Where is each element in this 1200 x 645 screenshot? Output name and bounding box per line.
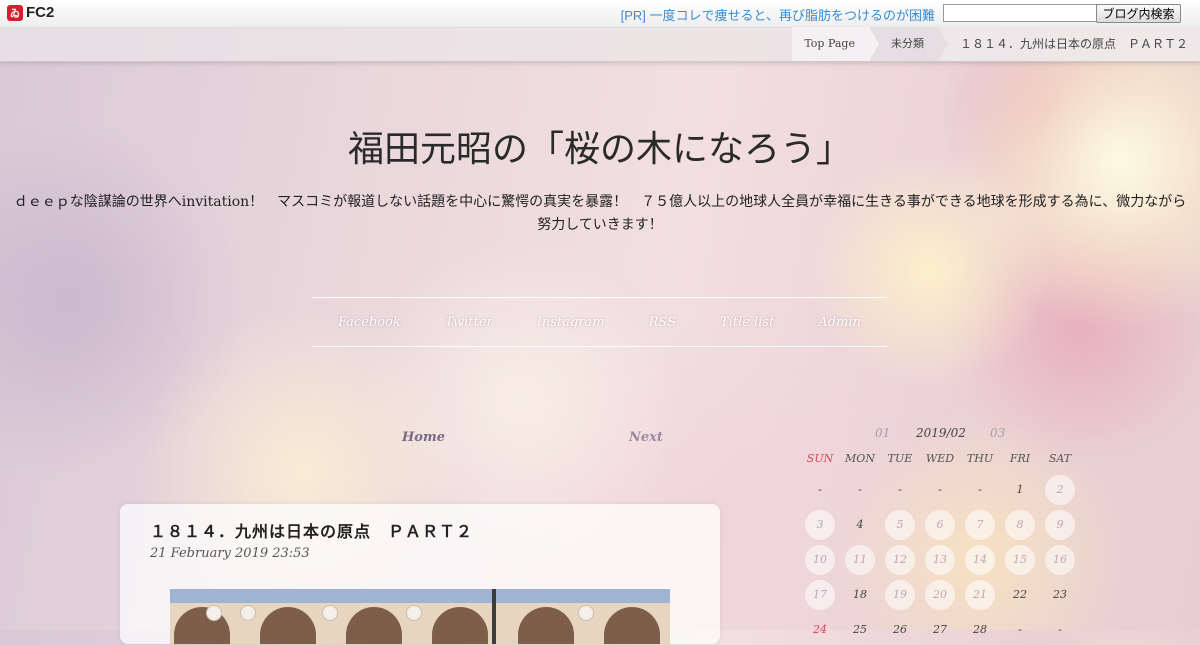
calendar-empty-day: - [858,483,862,496]
nav-admin[interactable]: Admin [818,315,861,330]
calendar-day[interactable]: 7 [965,510,995,540]
calendar-next-month[interactable]: 03 [990,426,1005,440]
calendar-week-row: - - - - - 1 2 [800,475,1080,505]
calendar-day[interactable]: 12 [885,545,915,575]
arch-shape [260,607,316,644]
calendar-weekday: FRI [1009,452,1031,465]
calendar-day: 28 [973,623,987,636]
pager-next-link[interactable]: Next [629,430,663,445]
calendar-day[interactable]: 17 [805,580,835,610]
pager-home-link[interactable]: Home [402,430,445,445]
nav-facebook[interactable]: Facebook [338,315,401,330]
fc2-logo-icon: ゐ [7,4,23,21]
calendar-day[interactable]: 16 [1045,545,1075,575]
calendar-day[interactable]: 6 [925,510,955,540]
calendar-day: 22 [1013,588,1027,601]
calendar-prev-month[interactable]: 01 [875,426,890,440]
medallion-shape [322,605,338,621]
fc2-logo[interactable]: ゐ FC2 [7,4,54,21]
breadcrumb-category[interactable]: 未分類 [868,27,948,61]
main-nav: Facebook Twitter Instagram RSS Title lis… [312,297,887,347]
medallion-shape [240,605,256,621]
calendar-empty-day: - [978,483,982,496]
calendar-day[interactable]: 2 [1045,475,1075,505]
article-title[interactable]: １８１４．九州は日本の原点 ＰＡＲＴ２ [150,518,473,542]
blog-search-button[interactable]: ブログ内検索 [1096,4,1181,23]
pr-ad-link[interactable]: [PR] 一度コレで痩せると、再び脂肪をつけるのが困難 [621,5,935,24]
fc2-header-bar: ゐ FC2 [PR] 一度コレで痩せると、再び脂肪をつけるのが困難 ブログ内検索 [0,0,1200,28]
calendar-day[interactable]: 15 [1005,545,1035,575]
calendar-day: 26 [893,623,907,636]
calendar-weekday: SUN [806,452,834,465]
pole-shape [492,589,496,644]
calendar-current-month: 2019/02 [916,426,966,440]
calendar-day[interactable]: 5 [885,510,915,540]
arch-shape [346,607,402,644]
calendar-empty-day: - [1058,623,1062,636]
calendar-day[interactable]: 14 [965,545,995,575]
fc2-logo-text: FC2 [26,4,55,21]
calendar-day: 25 [853,623,867,636]
medallion-shape [578,605,594,621]
breadcrumb-bar: Top Page 未分類 １８１４．九州は日本の原点 ＰＡＲＴ２ [0,27,1200,62]
calendar-day[interactable]: 3 [805,510,835,540]
calendar-empty-day: - [898,483,902,496]
nav-instagram[interactable]: Instagram [537,315,605,330]
calendar-day: 24 [813,623,827,636]
calendar-day: 4 [856,518,864,531]
breadcrumb: Top Page 未分類 １８１４．九州は日本の原点 ＰＡＲＴ２ [792,27,1200,61]
medallion-shape [206,605,222,621]
calendar-day: 23 [1053,588,1067,601]
calendar-week-row: 10 11 12 13 14 15 16 [800,545,1080,575]
calendar-empty-day: - [1018,623,1022,636]
calendar-empty-day: - [818,483,822,496]
calendar-week-row: 24 25 26 27 28 - - [800,615,1080,645]
calendar-week-row: 17 18 19 20 21 22 23 [800,580,1080,610]
calendar-day[interactable]: 20 [925,580,955,610]
calendar-day: 27 [933,623,947,636]
article-card: １８１４．九州は日本の原点 ＰＡＲＴ２ 21 February 2019 23:… [120,504,720,644]
calendar-weekday-row: SUN MON TUE WED THU FRI SAT [800,450,1080,470]
calendar-week-row: 3 4 56789 [800,510,1080,540]
calendar-day[interactable]: 11 [845,545,875,575]
calendar-weekday: THU [966,452,994,465]
site-description: ｄｅｅｐな陰謀論の世界へinvitation！ マスコミが報道しない話題を中心に… [13,194,1187,233]
calendar-day[interactable]: 19 [885,580,915,610]
breadcrumb-current: １８１４．九州は日本の原点 ＰＡＲＴ２ [937,27,1200,61]
article-date: 21 February 2019 23:53 [150,546,310,561]
calendar-empty-day: - [938,483,942,496]
medallion-shape [406,605,422,621]
calendar-day[interactable]: 13 [925,545,955,575]
calendar-weekday: WED [925,452,955,465]
arch-shape [604,607,660,644]
calendar-day[interactable]: 9 [1045,510,1075,540]
nav-rss[interactable]: RSS [649,315,676,330]
nav-twitter[interactable]: Twitter [445,315,493,330]
calendar-day[interactable]: 21 [965,580,995,610]
calendar-day[interactable]: 10 [805,545,835,575]
calendar-day[interactable]: 8 [1005,510,1035,540]
calendar-header: 01 2019/02 03 [800,426,1080,446]
calendar-day: 1 [1016,483,1024,496]
calendar-weekday: SAT [1048,452,1072,465]
calendar-weekday: TUE [887,452,913,465]
arch-shape [432,607,488,644]
blog-search-input[interactable] [943,4,1097,22]
site-title[interactable]: 福田元昭の「桜の木になろう」 [0,120,1200,172]
arch-shape [518,607,574,644]
calendar-weekday: MON [845,452,875,465]
breadcrumb-top-page[interactable]: Top Page [792,27,879,61]
nav-title-list[interactable]: Title list [720,315,774,330]
article-image [170,589,670,644]
calendar-day: 18 [853,588,867,601]
